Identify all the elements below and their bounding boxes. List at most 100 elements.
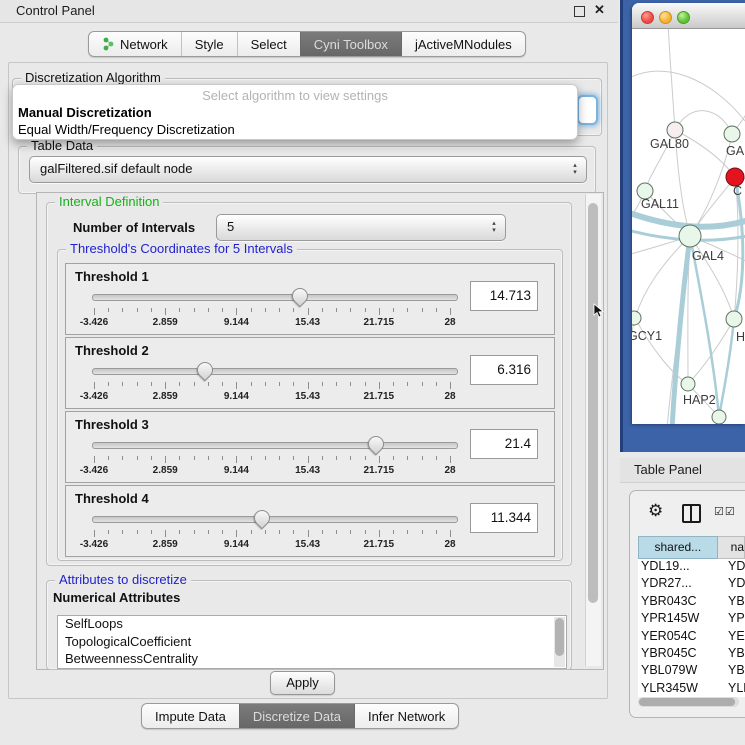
slider-track[interactable] — [92, 368, 458, 375]
network-node-gcy1[interactable] — [632, 311, 641, 325]
table-row[interactable]: YBR045CYBR0 — [638, 646, 745, 663]
cell-shared-name[interactable]: YER054C — [638, 629, 725, 646]
table-row[interactable]: YDL19...YDL1 — [638, 559, 745, 576]
threshold-value-field[interactable]: 14.713 — [470, 281, 538, 311]
cell-shared-name[interactable]: YDR27... — [638, 576, 725, 593]
tab-label: Impute Data — [155, 709, 226, 724]
network-node-gal80[interactable] — [667, 122, 683, 138]
network-edge[interactable] — [675, 111, 732, 134]
apply-button[interactable]: Apply — [270, 671, 335, 695]
network-node-ga[interactable] — [724, 126, 740, 142]
threshold-value-field[interactable]: 21.4 — [470, 429, 538, 459]
cell-shared-name[interactable]: YBR043C — [638, 594, 725, 611]
slider-track[interactable] — [92, 294, 458, 301]
table-data-combobox[interactable]: galFiltered.sif default node ▴▾ — [29, 156, 587, 183]
threshold-slider[interactable]: -3.4262.8599.14415.4321.71528 — [84, 286, 464, 330]
numerical-attributes-list[interactable]: SelfLoopsTopologicalCoefficientBetweenne… — [57, 615, 567, 669]
algorithm-combobox-button[interactable] — [577, 95, 598, 125]
scrollbar-thumb[interactable] — [588, 203, 598, 603]
number-of-intervals-spinner[interactable]: 5 ▴▾ — [216, 214, 506, 241]
table-row[interactable]: YER054CYER0 — [638, 629, 745, 646]
table-row[interactable]: YPR145WYPR1 — [638, 611, 745, 628]
network-edge[interactable] — [719, 319, 734, 417]
cell-name[interactable]: YLR3 — [725, 681, 745, 697]
tab-impute-data[interactable]: Impute Data — [142, 704, 239, 728]
list-vertical-scrollbar[interactable] — [554, 617, 565, 667]
tick-label: 9.144 — [224, 465, 249, 476]
slider-track[interactable] — [92, 442, 458, 449]
scrollbar-thumb[interactable] — [555, 618, 564, 656]
slider-track[interactable] — [92, 516, 458, 523]
network-edge[interactable] — [668, 29, 675, 130]
table-header-row: shared... na — [638, 536, 745, 559]
cell-name[interactable]: YPR1 — [725, 611, 745, 628]
cell-name[interactable]: YDR2 — [725, 576, 745, 593]
interval-definition-group: Interval Definition Number of Intervals … — [46, 202, 572, 566]
threshold-slider[interactable]: -3.4262.8599.14415.4321.71528 — [84, 508, 464, 552]
table-row[interactable]: YBL079WYBL0 — [638, 663, 745, 680]
column-header-shared-name[interactable]: shared... — [638, 536, 718, 559]
network-node-hap2[interactable] — [681, 377, 695, 391]
threshold-slider[interactable]: -3.4262.8599.14415.4321.71528 — [84, 360, 464, 404]
scrollbar-thumb[interactable] — [639, 698, 735, 706]
cell-name[interactable]: YBR0 — [725, 594, 745, 611]
cell-name[interactable]: YER0 — [725, 629, 745, 646]
network-edge[interactable] — [632, 211, 745, 227]
zoom-traffic-light[interactable] — [677, 11, 690, 24]
cell-shared-name[interactable]: YPR145W — [638, 611, 725, 628]
threshold-value-field[interactable]: 6.316 — [470, 355, 538, 385]
minimize-traffic-light[interactable] — [659, 11, 672, 24]
slider-thumb-icon[interactable] — [365, 433, 388, 456]
tab-select[interactable]: Select — [237, 32, 300, 56]
close-icon[interactable]: ✕ — [594, 2, 605, 18]
cell-name[interactable]: YDL1 — [725, 559, 745, 576]
network-canvas[interactable]: GAL80GACGAL11GAL4GCY1HHAP2 — [632, 29, 745, 424]
network-node-h[interactable] — [726, 311, 742, 327]
tick-label: 28 — [444, 465, 455, 476]
gear-icon[interactable]: ⚙ — [648, 501, 663, 521]
tab-discretize-data[interactable]: Discretize Data — [239, 704, 354, 728]
dropdown-option-manual[interactable]: Manual Discretization — [18, 105, 152, 120]
tab-style[interactable]: Style — [181, 32, 237, 56]
tab-infer-network[interactable]: Infer Network — [354, 704, 458, 728]
tab-cyni-toolbox[interactable]: Cyni Toolbox — [300, 32, 401, 56]
slider-thumb-icon[interactable] — [289, 285, 312, 308]
table-row[interactable]: YBR043CYBR0 — [638, 594, 745, 611]
threshold-slider[interactable]: -3.4262.8599.14415.4321.71528 — [84, 434, 464, 478]
close-traffic-light[interactable] — [641, 11, 654, 24]
network-node[interactable] — [712, 410, 726, 424]
tab-network[interactable]: Network — [89, 32, 181, 56]
attribute-list-item[interactable]: SelfLoops — [58, 616, 566, 634]
settings-vertical-scrollbar[interactable] — [585, 194, 601, 666]
slider-thumb-icon[interactable] — [194, 359, 217, 382]
cell-shared-name[interactable]: YLR345W — [638, 681, 725, 697]
float-window-icon[interactable] — [574, 6, 585, 17]
select-columns-icon[interactable]: ☑☑ — [714, 505, 736, 518]
threshold-value-field[interactable]: 11.344 — [470, 503, 538, 533]
slider-thumb-icon[interactable] — [251, 507, 274, 530]
column-header-name[interactable]: na — [718, 536, 745, 559]
intervals-value: 5 — [227, 219, 234, 234]
threshold-label: Threshold 1 — [75, 269, 149, 284]
dropdown-option-equal-width[interactable]: Equal Width/Frequency Discretization — [18, 122, 235, 137]
attribute-list-item[interactable]: BetweennessCentrality — [58, 651, 566, 669]
tab-jactivemnodules[interactable]: jActiveMNodules — [401, 32, 525, 56]
table-horizontal-scrollbar[interactable] — [638, 697, 739, 707]
network-window-titlebar[interactable] — [632, 3, 745, 29]
cell-name[interactable]: YBR0 — [725, 646, 745, 663]
network-edge[interactable] — [632, 318, 635, 379]
network-edge[interactable] — [690, 236, 719, 417]
tick-label: 2.859 — [153, 465, 178, 476]
cell-shared-name[interactable]: YBL079W — [638, 663, 725, 680]
column-layout-icon[interactable] — [682, 504, 701, 523]
table-data-selected: galFiltered.sif default node — [40, 161, 192, 176]
cell-shared-name[interactable]: YBR045C — [638, 646, 725, 663]
node-table[interactable]: shared... na YDL19...YDL1YDR27...YDR2YBR… — [638, 536, 745, 697]
network-node-gal4[interactable] — [679, 225, 701, 247]
table-row[interactable]: YDR27...YDR2 — [638, 576, 745, 593]
attribute-list-item[interactable]: TopologicalCoefficient — [58, 634, 566, 652]
table-row[interactable]: YLR345WYLR3 — [638, 681, 745, 697]
network-edge[interactable] — [632, 71, 745, 121]
cell-shared-name[interactable]: YDL19... — [638, 559, 725, 576]
cell-name[interactable]: YBL0 — [725, 663, 745, 680]
